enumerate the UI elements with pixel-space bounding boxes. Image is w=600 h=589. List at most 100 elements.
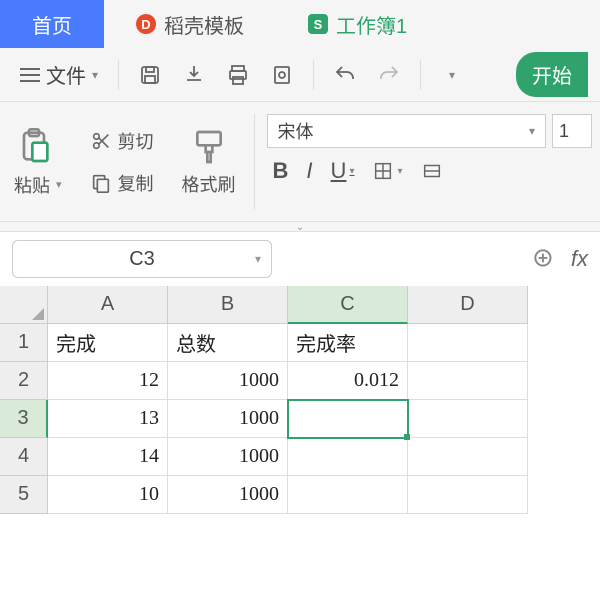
tab-home[interactable]: 首页 — [0, 0, 104, 48]
cell-a4[interactable]: 14 — [48, 438, 168, 476]
document-tabs: 首页 D 稻壳模板 S 工作簿1 — [0, 0, 600, 48]
paste-label: 粘贴 — [14, 172, 50, 198]
tab-workbook[interactable]: S 工作簿1 — [276, 0, 439, 48]
cell-a3[interactable]: 13 — [48, 400, 168, 438]
cell-c1[interactable]: 完成率 — [288, 324, 408, 362]
chevron-down-icon: ▾ — [92, 68, 98, 82]
bold-label: B — [273, 158, 289, 184]
format-painter-group: 格式刷 — [168, 102, 250, 221]
redo-icon — [377, 63, 401, 87]
copy-icon — [90, 172, 112, 194]
chevron-down-icon: ▾ — [529, 124, 535, 138]
cell-b5[interactable]: 1000 — [168, 476, 288, 514]
col-header-a[interactable]: A — [48, 286, 168, 324]
tab-template[interactable]: D 稻壳模板 — [104, 0, 276, 48]
divider — [254, 114, 255, 209]
name-box-value: C3 — [129, 248, 155, 271]
docer-icon: D — [136, 14, 156, 34]
chevron-down-icon: ▾ — [397, 166, 402, 177]
lookup-icon[interactable] — [531, 246, 557, 272]
cell-c4[interactable] — [288, 438, 408, 476]
paste-dropdown[interactable]: 粘贴 ▾ — [14, 172, 62, 198]
col-header-b[interactable]: B — [168, 286, 288, 324]
save-button[interactable] — [131, 56, 169, 94]
format-painter-label: 格式刷 — [182, 171, 236, 197]
print-icon — [226, 63, 250, 87]
clipboard-group: 剪切 复制 — [76, 102, 168, 221]
dropdown-button[interactable]: ▾ — [433, 56, 471, 94]
row-header-1[interactable]: 1 — [0, 324, 48, 362]
borders-button[interactable]: ▾ — [372, 160, 402, 182]
italic-label: I — [306, 158, 312, 184]
tab-workbook-label: 工作簿1 — [336, 10, 407, 39]
cell-d5[interactable] — [408, 476, 528, 514]
format-painter-button[interactable]: 格式刷 — [182, 127, 236, 197]
chevron-down-icon: ▾ — [56, 178, 62, 191]
cell-d2[interactable] — [408, 362, 528, 400]
tab-template-label: 稻壳模板 — [164, 10, 244, 39]
ribbon: 粘贴 ▾ 剪切 复制 格式刷 宋体 ▾ 1 — [0, 102, 600, 222]
borders-icon — [372, 160, 394, 182]
italic-button[interactable]: I — [306, 158, 312, 184]
underline-label: U — [331, 158, 347, 184]
chevron-down-icon: ▾ — [349, 166, 354, 177]
font-size-value: 1 — [559, 121, 569, 142]
print-preview-button[interactable] — [263, 56, 301, 94]
cell-c3[interactable] — [288, 400, 408, 438]
print-button[interactable] — [219, 56, 257, 94]
cell-c5[interactable] — [288, 476, 408, 514]
undo-button[interactable] — [326, 56, 364, 94]
copy-button[interactable]: 复制 — [90, 170, 154, 196]
ribbon-tab-start-label: 开始 — [532, 66, 572, 88]
paste-button[interactable] — [14, 126, 54, 166]
tab-home-label: 首页 — [32, 10, 72, 39]
merge-button[interactable] — [421, 160, 443, 182]
cell-d3[interactable] — [408, 400, 528, 438]
cell-b3[interactable]: 1000 — [168, 400, 288, 438]
cell-b2[interactable]: 1000 — [168, 362, 288, 400]
paste-group: 粘贴 ▾ — [0, 102, 76, 221]
col-header-d[interactable]: D — [408, 286, 528, 324]
fx-button[interactable]: fx — [571, 246, 588, 272]
font-size-select[interactable]: 1 — [552, 114, 592, 148]
bold-button[interactable]: B — [273, 158, 289, 184]
font-group: 宋体 ▾ 1 B I U ▾ ▾ — [259, 102, 600, 221]
cut-label: 剪切 — [118, 128, 154, 154]
spreadsheet-icon: S — [308, 14, 328, 34]
copy-label: 复制 — [118, 170, 154, 196]
cell-a1[interactable]: 完成 — [48, 324, 168, 362]
preview-icon — [270, 63, 294, 87]
col-header-c[interactable]: C — [288, 286, 408, 324]
underline-button[interactable]: U ▾ — [331, 158, 355, 184]
row-header-2[interactable]: 2 — [0, 362, 48, 400]
file-menu[interactable]: 文件 ▾ — [12, 54, 106, 95]
brush-icon — [189, 127, 229, 167]
name-box[interactable]: C3 ▾ — [12, 240, 272, 278]
cut-button[interactable]: 剪切 — [90, 128, 154, 154]
formula-buttons: fx — [531, 246, 588, 272]
cell-b1[interactable]: 总数 — [168, 324, 288, 362]
chevron-down-icon: ▾ — [255, 252, 261, 266]
formula-bar: C3 ▾ fx — [0, 232, 600, 286]
undo-icon — [333, 63, 357, 87]
cell-d4[interactable] — [408, 438, 528, 476]
clipboard-icon — [14, 126, 54, 166]
divider — [118, 60, 119, 90]
font-name-select[interactable]: 宋体 ▾ — [267, 114, 546, 148]
ribbon-collapse-handle[interactable]: ⌄ — [0, 222, 600, 232]
cell-d1[interactable] — [408, 324, 528, 362]
ribbon-tab-start[interactable]: 开始 — [516, 52, 588, 97]
divider — [420, 60, 421, 90]
cell-b4[interactable]: 1000 — [168, 438, 288, 476]
spreadsheet-grid: A B C D 1 完成 总数 完成率 2 12 1000 0.012 3 13… — [0, 286, 600, 514]
cell-a5[interactable]: 10 — [48, 476, 168, 514]
cell-c2[interactable]: 0.012 — [288, 362, 408, 400]
row-header-5[interactable]: 5 — [0, 476, 48, 514]
cell-a2[interactable]: 12 — [48, 362, 168, 400]
save-as-button[interactable] — [175, 56, 213, 94]
row-header-4[interactable]: 4 — [0, 438, 48, 476]
scissors-icon — [90, 130, 112, 152]
select-all-corner[interactable] — [0, 286, 48, 324]
redo-button[interactable] — [370, 56, 408, 94]
row-header-3[interactable]: 3 — [0, 400, 48, 438]
